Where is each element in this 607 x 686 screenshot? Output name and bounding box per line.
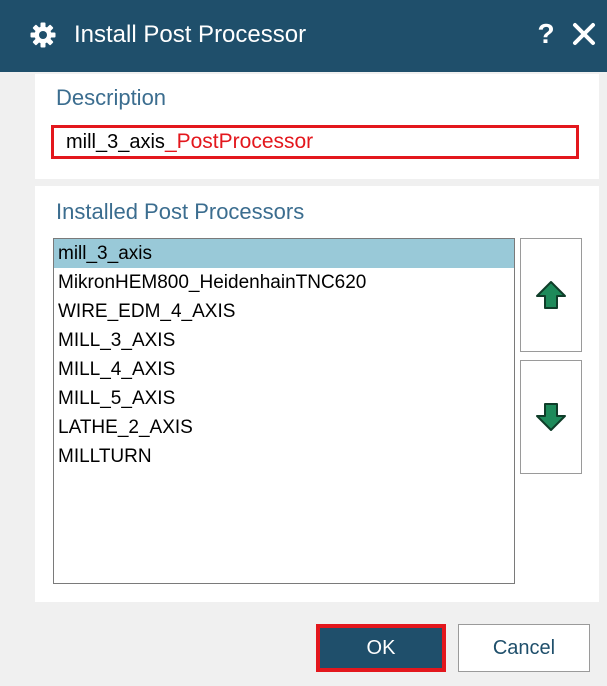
dialog-title: Install Post Processor — [74, 21, 307, 48]
move-down-button[interactable] — [520, 360, 582, 474]
close-icon[interactable] — [566, 16, 602, 52]
description-label: Description — [56, 85, 167, 110]
help-button[interactable]: ? — [530, 16, 562, 52]
gear-icon — [30, 22, 56, 48]
title-bar[interactable]: Install Post Processor ? — [0, 0, 607, 72]
post-processor-list[interactable]: mill_3_axis MikronHEM800_HeidenhainTNC62… — [53, 238, 515, 584]
list-item[interactable]: MILL_4_AXIS — [54, 355, 514, 384]
arrow-up-icon — [536, 281, 566, 309]
description-input[interactable]: mill_3_axis_PostProcessor — [51, 125, 579, 159]
list-item[interactable]: MILLTURN — [54, 442, 514, 471]
installed-post-processors-label: Installed Post Processors — [56, 199, 305, 224]
description-value-base: mill_3_axis — [66, 131, 165, 153]
install-post-processor-dialog: Install Post Processor ? Description mil… — [0, 0, 607, 686]
cancel-button[interactable]: Cancel — [458, 624, 590, 672]
move-up-button[interactable] — [520, 238, 582, 352]
description-value-suffix: _PostProcessor — [164, 130, 314, 153]
installed-post-processors-group: Installed Post Processors mill_3_axis Mi… — [35, 186, 599, 602]
list-item[interactable]: MILL_5_AXIS — [54, 384, 514, 413]
arrow-down-icon — [536, 403, 566, 431]
list-item[interactable]: MILL_3_AXIS — [54, 326, 514, 355]
ok-button[interactable]: OK — [316, 624, 446, 672]
description-group: Description mill_3_axis_PostProcessor — [35, 74, 599, 179]
list-item[interactable]: MikronHEM800_HeidenhainTNC620 — [54, 268, 514, 297]
list-item[interactable]: LATHE_2_AXIS — [54, 413, 514, 442]
list-item[interactable]: mill_3_axis — [54, 239, 514, 268]
list-item[interactable]: WIRE_EDM_4_AXIS — [54, 297, 514, 326]
